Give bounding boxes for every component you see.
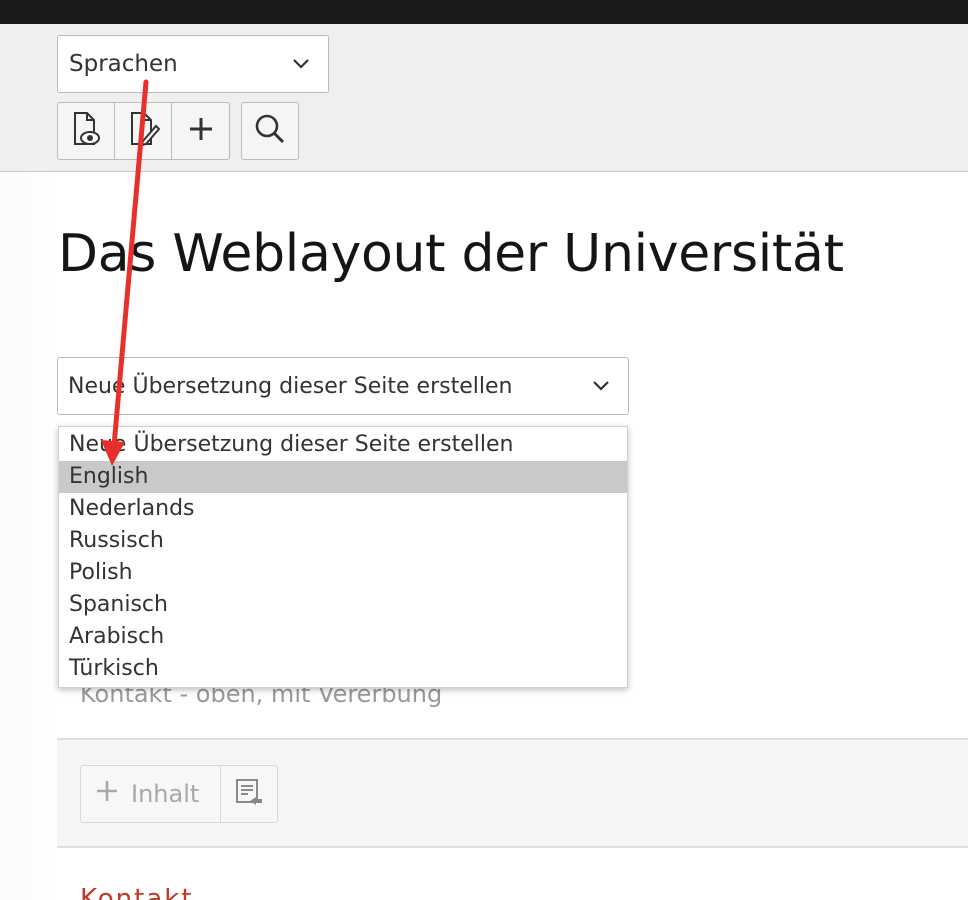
dropdown-option[interactable]: Neue Übersetzung dieser Seite erstellen — [59, 429, 627, 461]
add-content-label: Inhalt — [131, 780, 200, 808]
dropdown-option[interactable]: Russisch — [59, 525, 627, 557]
top-bar — [0, 0, 968, 24]
dropdown-option[interactable]: Arabisch — [59, 621, 627, 653]
edit-page-button[interactable] — [115, 103, 172, 159]
chevron-down-icon — [590, 374, 612, 402]
language-select[interactable]: Sprachen — [57, 35, 329, 93]
left-panel-edge — [0, 172, 57, 900]
view-page-icon — [69, 110, 103, 152]
plus-icon — [186, 114, 216, 148]
paste-button[interactable] — [221, 766, 277, 822]
page-title: Das Weblayout der Universität — [58, 224, 844, 284]
page-action-buttons — [57, 102, 230, 160]
search-icon — [253, 112, 287, 150]
dropdown-option[interactable]: Spanisch — [59, 589, 627, 621]
dropdown-option[interactable]: Türkisch — [59, 653, 627, 685]
new-page-button[interactable] — [172, 103, 229, 159]
content-actions: Inhalt — [80, 765, 278, 823]
dropdown-option[interactable]: Polish — [59, 557, 627, 589]
edit-page-icon — [126, 110, 161, 152]
add-content-button[interactable]: Inhalt — [81, 766, 221, 822]
view-page-button[interactable] — [58, 103, 115, 159]
paste-icon — [234, 777, 264, 811]
next-section-heading: Kontakt — [80, 888, 230, 900]
dropdown-option[interactable]: Nederlands — [59, 493, 627, 525]
search-button[interactable] — [241, 102, 299, 160]
translation-select[interactable]: Neue Übersetzung dieser Seite erstellen — [57, 357, 629, 415]
language-select-value: Sprachen — [69, 51, 178, 77]
dropdown-option-highlighted[interactable]: English — [59, 461, 627, 493]
translation-dropdown-list: Neue Übersetzung dieser Seite erstellen … — [58, 426, 628, 688]
translation-select-value: Neue Übersetzung dieser Seite erstellen — [68, 373, 513, 399]
chevron-down-icon — [290, 52, 312, 80]
plus-icon — [95, 779, 119, 809]
